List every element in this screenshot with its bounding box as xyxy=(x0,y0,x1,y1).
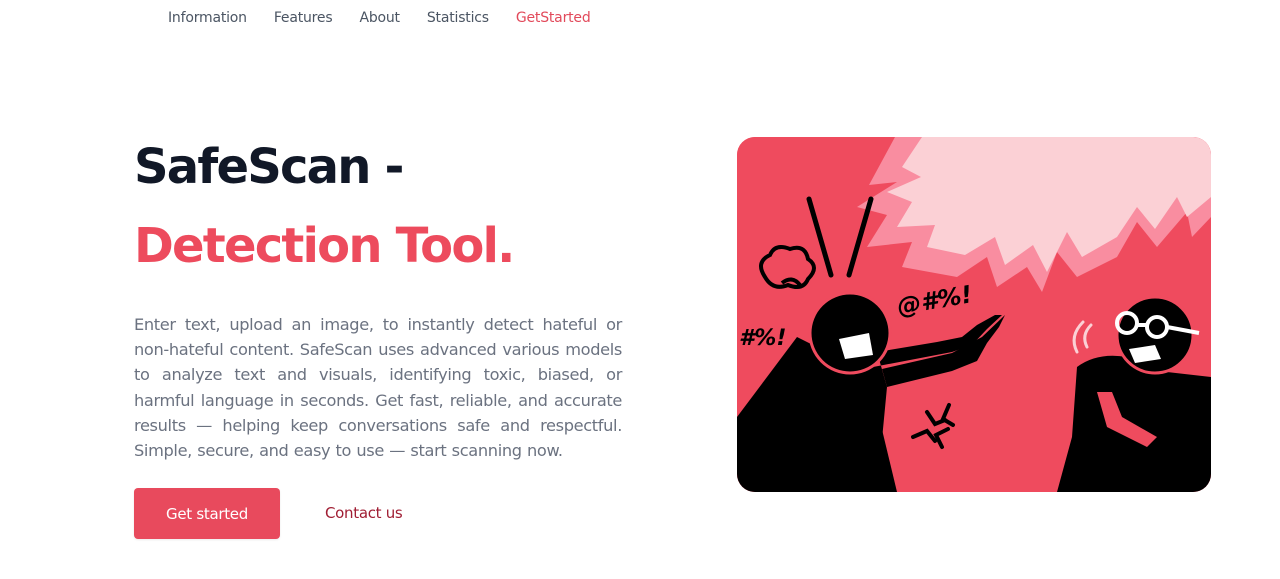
nav-features[interactable]: Features xyxy=(274,10,333,26)
nav-about[interactable]: About xyxy=(359,10,400,26)
nav-statistics[interactable]: Statistics xyxy=(427,10,489,26)
contact-us-link[interactable]: Contact us xyxy=(325,504,403,522)
hero-description: Enter text, upload an image, to instantl… xyxy=(134,315,622,461)
get-started-button[interactable]: Get started xyxy=(134,488,280,539)
hero-title: SafeScan - Detection Tool. xyxy=(134,139,515,274)
hero-title-line2: Detection Tool. xyxy=(134,218,515,274)
hero-title-line1: SafeScan - xyxy=(134,139,404,195)
hero-illustration: @#%! #%! #%! xyxy=(737,137,1211,492)
angry-confrontation-illustration: @#%! #%! #%! xyxy=(737,137,1211,492)
nav-get-started[interactable]: GetStarted xyxy=(516,10,591,26)
top-nav: Information Features About Statistics Ge… xyxy=(168,10,591,26)
nav-information[interactable]: Information xyxy=(168,10,247,26)
swear-symbols-left: #%! xyxy=(739,326,786,351)
